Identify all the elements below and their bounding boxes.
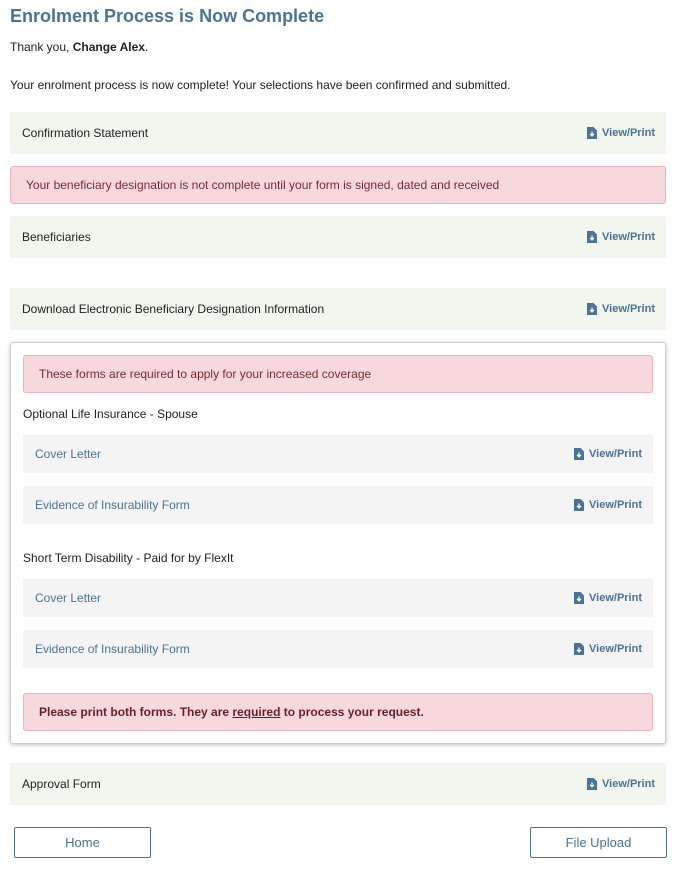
optional-life-cover-letter-row: Cover Letter View/Print — [23, 435, 653, 473]
approval-form-label: Approval Form — [22, 777, 101, 791]
beneficiaries-label: Beneficiaries — [22, 230, 91, 244]
document-download-icon — [574, 643, 585, 655]
std-eoi-form-row: Evidence of Insurability Form View/Print — [23, 630, 653, 668]
home-button[interactable]: Home — [14, 827, 151, 858]
document-download-icon — [574, 592, 585, 604]
confirmation-statement-view-print-link[interactable]: View/Print — [587, 127, 655, 139]
download-beneficiary-row: Download Electronic Beneficiary Designat… — [10, 288, 666, 330]
required-forms-alert: These forms are required to apply for yo… — [23, 355, 653, 393]
confirmation-statement-row: Confirmation Statement View/Print — [10, 112, 666, 154]
group-title-short-term-disability: Short Term Disability - Paid for by Flex… — [23, 551, 234, 565]
document-download-icon — [574, 499, 585, 511]
page-title: Enrolment Process is Now Complete — [10, 6, 325, 26]
document-download-icon — [587, 303, 598, 315]
optional-life-eoi-form-link[interactable]: Evidence of Insurability Form — [35, 498, 190, 512]
std-eoi-form-view-print-link[interactable]: View/Print — [574, 643, 642, 655]
user-name: Change Alex — [72, 40, 145, 54]
file-upload-button[interactable]: File Upload — [530, 827, 667, 858]
document-download-icon — [587, 127, 598, 139]
std-eoi-form-link[interactable]: Evidence of Insurability Form — [35, 642, 190, 656]
optional-life-cover-letter-link[interactable]: Cover Letter — [35, 447, 101, 461]
thank-you-message: Thank you, Change Alex. — [10, 40, 149, 54]
optional-life-eoi-form-row: Evidence of Insurability Form View/Print — [23, 486, 653, 524]
std-cover-letter-view-print-link[interactable]: View/Print — [574, 592, 642, 604]
approval-form-row: Approval Form View/Print — [10, 763, 666, 805]
optional-life-cover-letter-view-print-link[interactable]: View/Print — [574, 448, 642, 460]
document-download-icon — [574, 448, 585, 460]
beneficiaries-row: Beneficiaries View/Print — [10, 216, 666, 258]
download-beneficiary-view-print-link[interactable]: View/Print — [587, 303, 655, 315]
confirmation-statement-label: Confirmation Statement — [22, 126, 149, 140]
download-beneficiary-label: Download Electronic Beneficiary Designat… — [22, 302, 325, 316]
optional-life-eoi-form-view-print-link[interactable]: View/Print — [574, 499, 642, 511]
std-cover-letter-link[interactable]: Cover Letter — [35, 591, 101, 605]
document-download-icon — [587, 778, 598, 790]
completion-message: Your enrolment process is now complete! … — [10, 78, 511, 92]
std-cover-letter-row: Cover Letter View/Print — [23, 579, 653, 617]
group-title-optional-life: Optional Life Insurance - Spouse — [23, 407, 198, 421]
beneficiaries-view-print-link[interactable]: View/Print — [587, 231, 655, 243]
print-forms-notice: Please print both forms. They are requir… — [23, 693, 653, 731]
beneficiary-alert: Your beneficiary designation is not comp… — [10, 166, 666, 204]
required-forms-panel: These forms are required to apply for yo… — [10, 342, 666, 744]
document-download-icon — [587, 231, 598, 243]
approval-form-view-print-link[interactable]: View/Print — [587, 778, 655, 790]
